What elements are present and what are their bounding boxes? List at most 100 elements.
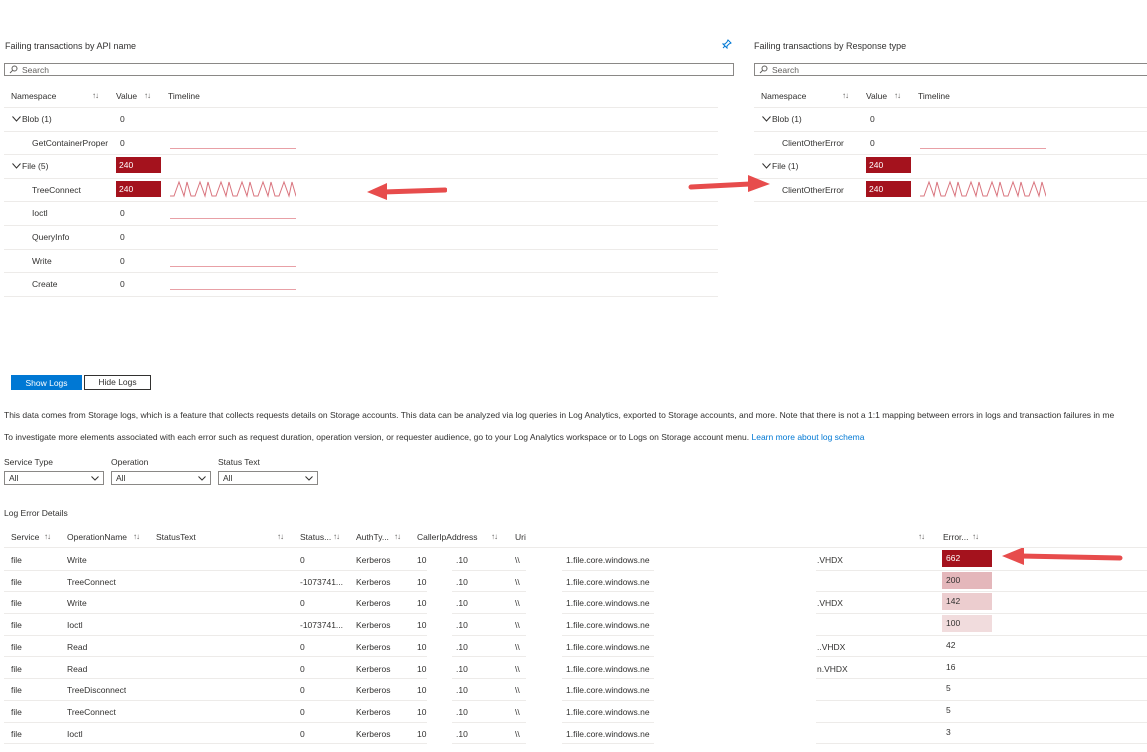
cell-uri-file: .VHDX	[817, 555, 843, 565]
row-value: 0	[870, 137, 875, 148]
sort-icon[interactable]: ↑↓	[277, 532, 284, 541]
table-row[interactable]: file TreeConnect 0 Kerberos 10. .10 \\ 1.file.c…	[4, 700, 1147, 723]
chevron-down-icon[interactable]	[762, 163, 771, 169]
table-row[interactable]: Write 0	[4, 249, 718, 274]
row-label: Ioctl	[32, 208, 114, 218]
cell-auth-type: Kerberos	[356, 706, 391, 717]
cell-service: file	[11, 641, 22, 652]
cell-auth-type: Kerberos	[356, 685, 391, 696]
sort-icon[interactable]: ↑↓	[842, 91, 849, 100]
cell-auth-type: Kerberos	[356, 555, 391, 565]
sort-icon[interactable]: ↑↓	[972, 532, 979, 541]
table-row[interactable]: QueryInfo 0	[4, 225, 718, 250]
cell-uri: \\	[515, 641, 520, 652]
search-icon	[759, 65, 768, 74]
col-namespace[interactable]: Namespace	[11, 91, 56, 101]
cell-uri: \\	[515, 598, 520, 609]
service-type-dropdown[interactable]: All	[4, 471, 104, 485]
table-row[interactable]: file TreeDisconnect 0 Kerberos 10. .10 \\ 1.fil…	[4, 678, 1147, 701]
col-status[interactable]: Status...	[300, 532, 331, 542]
table-row[interactable]: file Read 0 Kerberos 10. .10 \\ 1.file.core.win…	[4, 635, 1147, 658]
cell-operation: TreeDisconnect	[67, 685, 127, 696]
sort-icon[interactable]: ↑↓	[918, 532, 925, 541]
col-error-count[interactable]: Error...	[943, 532, 969, 542]
cell-caller-ip-suffix: .10	[456, 641, 468, 652]
show-logs-button[interactable]: Show Logs	[11, 375, 82, 390]
cell-auth-type: Kerberos	[356, 663, 391, 674]
cell-error-count: 5	[946, 683, 951, 694]
row-value: 0	[870, 114, 875, 124]
sort-icon[interactable]: ↑↓	[333, 532, 340, 541]
cell-uri: \\	[515, 728, 520, 739]
api-search-input[interactable]: Search	[4, 63, 734, 76]
col-auth-type[interactable]: AuthTy...	[356, 532, 389, 542]
timeline-sparkline	[170, 179, 300, 201]
cell-uri-host: 1.file.core.windows.ne	[566, 685, 650, 696]
sort-icon[interactable]: ↑↓	[144, 91, 151, 100]
col-operation-name[interactable]: OperationName	[67, 532, 127, 542]
table-row[interactable]: file Write 0 Kerberos 10. .10 \\ 1.file.core.wi…	[4, 591, 1147, 615]
col-value[interactable]: Value	[866, 91, 887, 101]
cell-service: file	[11, 685, 22, 696]
cell-uri: \\	[515, 685, 520, 696]
cell-auth-type: Kerberos	[356, 728, 391, 739]
col-status-text[interactable]: StatusText	[156, 532, 196, 542]
table-row[interactable]: Create 0	[4, 272, 718, 297]
cell-service: file	[11, 620, 22, 631]
cell-service: file	[11, 555, 22, 565]
table-row[interactable]: GetContainerProper 0	[4, 131, 718, 156]
cell-service: file	[11, 706, 22, 717]
table-row[interactable]: ClientOtherError 240	[754, 178, 1147, 203]
col-service[interactable]: Service	[11, 532, 39, 542]
col-value[interactable]: Value	[116, 91, 137, 101]
table-row[interactable]: Ioctl 0	[4, 201, 718, 226]
pin-icon[interactable]	[721, 39, 732, 51]
table-row[interactable]: File (5) 240	[4, 154, 718, 179]
row-label: QueryInfo	[32, 232, 114, 242]
annotation-arrow	[367, 183, 447, 200]
col-uri[interactable]: Uri	[515, 532, 526, 542]
chevron-down-icon	[198, 475, 206, 481]
group-row-label: File (1)	[762, 161, 842, 171]
sort-icon[interactable]: ↑↓	[394, 532, 401, 541]
status-text-dropdown[interactable]: All	[218, 471, 318, 485]
cell-service: file	[11, 728, 22, 739]
table-row[interactable]: Blob (1) 0	[4, 107, 718, 132]
table-row[interactable]: Blob (1) 0	[754, 107, 1147, 132]
learn-more-link[interactable]: Learn more about log schema	[752, 432, 865, 442]
cell-operation: Write	[67, 598, 87, 609]
chevron-down-icon[interactable]	[762, 116, 771, 122]
table-row[interactable]: file Ioctl -1073741... Kerberos 10. .10 \\ 1.fi…	[4, 613, 1147, 636]
table-row[interactable]: file Read 0 Kerberos 10. .10 \\ 1.file.core.win…	[4, 657, 1147, 680]
sort-icon[interactable]: ↑↓	[92, 91, 99, 100]
row-name: Create	[32, 279, 58, 290]
table-row[interactable]: TreeConnect 240	[4, 178, 718, 203]
sort-icon[interactable]: ↑↓	[894, 91, 901, 100]
cell-error-count: 200	[942, 571, 992, 589]
group-row-label: File (5)	[12, 161, 92, 171]
cell-auth-type: Kerberos	[356, 598, 391, 609]
timeline-sparkline	[170, 147, 296, 149]
sort-icon[interactable]: ↑↓	[44, 532, 51, 541]
operation-dropdown[interactable]: All	[111, 471, 211, 485]
col-caller-ip[interactable]: CallerIpAddress	[417, 532, 477, 542]
chevron-down-icon[interactable]	[12, 163, 21, 169]
response-search-input[interactable]: Search	[754, 63, 1147, 76]
table-row[interactable]: file TreeConnect -1073741... Kerberos 10. .10…	[4, 570, 1147, 593]
row-value: 0	[120, 114, 125, 124]
table-row[interactable]: ClientOtherError 0	[754, 131, 1147, 156]
sort-icon[interactable]: ↑↓	[491, 532, 498, 541]
row-name: File (5)	[22, 161, 49, 172]
redaction-mask	[427, 548, 452, 744]
redaction-mask	[526, 548, 562, 744]
table-row[interactable]: file Ioctl 0 Kerberos 10. .10 \\ 1.file.core.wi…	[4, 722, 1147, 745]
col-namespace[interactable]: Namespace	[761, 91, 806, 101]
timeline-sparkline	[170, 265, 296, 267]
chevron-down-icon[interactable]	[12, 116, 21, 122]
cell-error-count: 142	[942, 593, 992, 611]
hide-logs-button[interactable]: Hide Logs	[84, 375, 151, 390]
table-row[interactable]: file Write 0 Kerberos 10. .10 \\ 1.file.core.wi…	[4, 548, 1147, 571]
logs-info-body: To investigate more elements associated …	[4, 432, 750, 442]
sort-icon[interactable]: ↑↓	[133, 532, 140, 541]
table-row[interactable]: File (1) 240	[754, 154, 1147, 179]
